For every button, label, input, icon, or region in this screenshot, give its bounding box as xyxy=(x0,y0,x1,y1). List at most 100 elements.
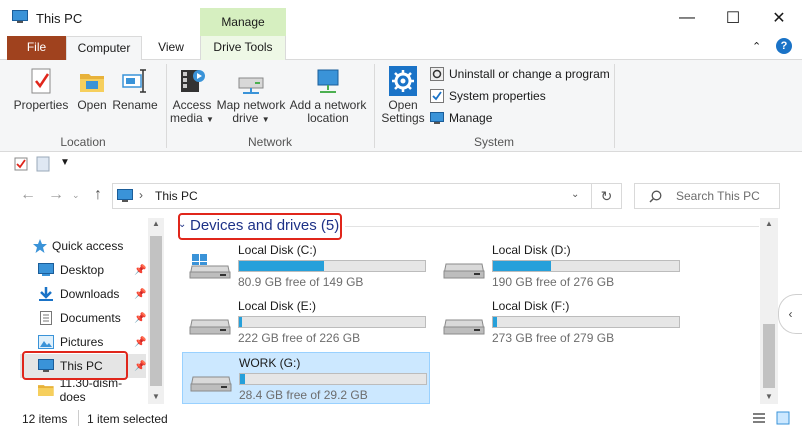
content-scrollbar-thumb[interactable] xyxy=(763,324,775,388)
drive-tile-c[interactable]: Local Disk (C:) 80.9 GB free of 149 GB xyxy=(182,240,430,290)
refresh-icon[interactable]: ↻ xyxy=(592,183,622,209)
close-button[interactable]: ✕ xyxy=(756,0,802,36)
open-label: Open xyxy=(77,98,107,112)
drive-free-space: 28.4 GB free of 29.2 GB xyxy=(239,388,368,402)
properties-label: Properties xyxy=(13,98,69,112)
open-button[interactable]: Open xyxy=(74,66,110,112)
tab-computer[interactable]: Computer xyxy=(66,36,142,61)
breadcrumb-chevron-icon[interactable]: › xyxy=(139,188,143,202)
rename-icon xyxy=(122,69,146,93)
drive-tile-d[interactable]: Local Disk (D:) 190 GB free of 276 GB xyxy=(436,240,684,290)
properties-button[interactable]: Properties xyxy=(10,66,72,112)
manage-computer-icon xyxy=(430,112,444,124)
scroll-up-arrow-icon[interactable]: ▲ xyxy=(148,219,164,228)
system-properties-button[interactable]: System properties xyxy=(430,87,546,105)
nav-item-label: Pictures xyxy=(60,335,104,349)
network-drive-icon xyxy=(238,77,264,94)
quick-access-toolbar xyxy=(0,152,802,176)
address-bar[interactable]: › This PC ⌄ xyxy=(112,183,592,209)
drive-tile-g-selected[interactable]: WORK (G:) 28.4 GB free of 29.2 GB xyxy=(182,352,430,404)
nav-item-folder[interactable]: 11.30-dism-does xyxy=(20,376,146,404)
status-bar: 12 items 1 item selected xyxy=(0,408,802,430)
access-media-label-line2: media xyxy=(170,111,203,125)
documents-icon xyxy=(40,311,52,325)
access-media-button[interactable]: Access media ▼ xyxy=(170,66,214,126)
details-view-icon[interactable] xyxy=(752,412,766,424)
pin-icon[interactable]: 📌 xyxy=(134,337,146,348)
hard-drive-icon xyxy=(190,376,232,392)
scroll-up-arrow-icon[interactable]: ▲ xyxy=(760,219,778,228)
drive-usage-fill xyxy=(239,261,324,271)
customize-toolbar-dropdown-icon[interactable]: ▼ xyxy=(60,157,70,168)
star-icon xyxy=(33,239,47,253)
nav-quick-access[interactable]: Quick access xyxy=(20,234,123,258)
forward-arrow-icon[interactable]: → xyxy=(48,186,64,204)
search-input[interactable]: Search This PC xyxy=(634,183,780,209)
pin-icon[interactable]: 📌 xyxy=(134,361,146,372)
drive-usage-fill xyxy=(493,317,498,327)
maximize-button[interactable]: ☐ xyxy=(710,0,756,36)
help-icon[interactable]: ? xyxy=(776,38,792,54)
add-network-location-button[interactable]: Add a network location xyxy=(288,66,368,125)
folder-icon xyxy=(38,385,54,396)
status-divider xyxy=(78,410,79,426)
pin-icon[interactable]: 📌 xyxy=(134,289,146,300)
downloads-icon xyxy=(39,287,53,301)
location-group-label: Location xyxy=(60,135,106,149)
open-folder-icon xyxy=(80,74,104,92)
properties-icon[interactable] xyxy=(14,157,28,171)
pin-icon[interactable]: 📌 xyxy=(134,313,146,324)
item-count: 12 items xyxy=(22,412,68,426)
drive-tile-f[interactable]: Local Disk (F:) 273 GB free of 279 GB xyxy=(436,296,684,346)
map-network-drive-button[interactable]: Map network drive ▼ xyxy=(214,66,288,126)
uninstall-program-button[interactable]: Uninstall or change a program xyxy=(430,65,610,83)
scroll-down-arrow-icon[interactable]: ▼ xyxy=(148,392,164,401)
manage-label: Manage xyxy=(449,111,493,125)
address-dropdown-chevron-icon[interactable]: ⌄ xyxy=(571,189,579,200)
drive-usage-fill xyxy=(240,374,246,384)
hard-drive-icon xyxy=(443,263,485,279)
drive-usage-bar xyxy=(492,260,680,272)
open-settings-button[interactable]: Open Settings xyxy=(380,66,426,125)
nav-item-desktop[interactable]: Desktop 📌 xyxy=(20,258,146,282)
devices-and-drives-highlight xyxy=(178,213,342,240)
minimize-button[interactable]: — xyxy=(664,0,710,36)
breadcrumb-this-pc[interactable]: This PC xyxy=(155,189,198,203)
this-pc-highlight xyxy=(22,351,128,380)
nav-scrollbar-thumb[interactable] xyxy=(150,236,162,386)
nav-item-downloads[interactable]: Downloads 📌 xyxy=(20,282,146,306)
window-title: This PC xyxy=(36,11,83,26)
nav-item-label: Documents xyxy=(60,311,121,325)
nav-item-documents[interactable]: Documents 📌 xyxy=(20,306,146,330)
search-icon xyxy=(649,190,662,203)
dropdown-arrow-icon: ▼ xyxy=(261,115,270,124)
add-network-location-label-line2: location xyxy=(307,111,349,125)
drive-usage-bar xyxy=(492,316,680,328)
ribbon-divider xyxy=(614,64,615,148)
up-arrow-icon[interactable]: ↑ xyxy=(94,186,102,204)
network-group-label: Network xyxy=(247,135,292,149)
tab-file[interactable]: File xyxy=(7,36,66,60)
new-folder-icon[interactable] xyxy=(36,156,50,172)
tab-view[interactable]: View xyxy=(145,36,197,60)
quick-access-label: Quick access xyxy=(52,239,124,253)
tab-drive-tools[interactable]: Drive Tools xyxy=(200,36,286,60)
desktop-icon xyxy=(38,263,54,276)
expand-pane-chevron-icon[interactable]: ‹ xyxy=(778,294,802,334)
windows-drive-icon xyxy=(189,254,231,279)
recent-locations-chevron-icon[interactable]: ⌄ xyxy=(72,190,80,201)
drive-name: Local Disk (D:) xyxy=(492,243,571,257)
collapse-ribbon-chevron-icon[interactable]: ⌃ xyxy=(752,40,761,53)
nav-item-label: 11.30-dism-does xyxy=(59,376,123,404)
drive-free-space: 222 GB free of 226 GB xyxy=(238,331,361,345)
rename-button[interactable]: Rename xyxy=(112,66,158,112)
system-properties-icon xyxy=(430,89,444,103)
manage-button[interactable]: Manage xyxy=(430,109,492,127)
settings-gear-icon xyxy=(389,66,417,96)
dropdown-arrow-icon: ▼ xyxy=(206,115,214,124)
pin-icon[interactable]: 📌 xyxy=(134,265,146,276)
large-icons-view-icon[interactable] xyxy=(776,411,790,425)
back-arrow-icon[interactable]: ← xyxy=(20,186,36,204)
drive-tile-e[interactable]: Local Disk (E:) 222 GB free of 226 GB xyxy=(182,296,430,346)
scroll-down-arrow-icon[interactable]: ▼ xyxy=(760,392,778,401)
